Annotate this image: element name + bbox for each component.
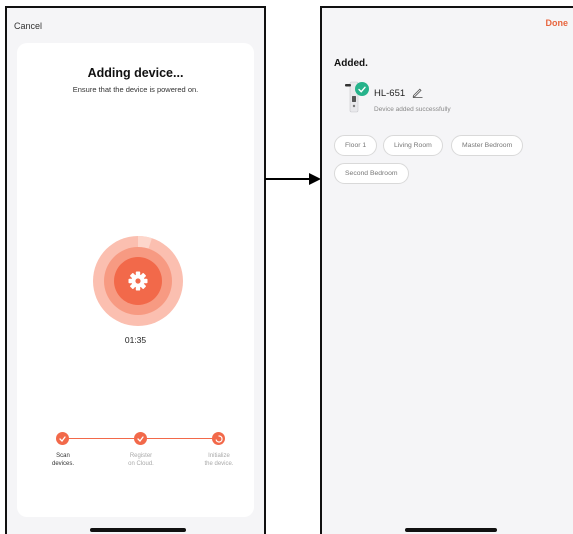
progress-ring — [93, 236, 183, 326]
step-2-check-icon — [134, 432, 147, 445]
page-title: Adding device... — [87, 66, 184, 80]
page-subtitle: Ensure that the device is powered on. — [72, 85, 199, 94]
device-status: Device added successfully — [374, 106, 451, 113]
room-chip-master-bedroom[interactable]: Master Bedroom — [451, 135, 524, 156]
success-check-icon — [355, 82, 369, 96]
device-added-screen: Done Added. HL-651 Device added successf… — [320, 6, 573, 534]
cancel-button[interactable]: Cancel — [14, 21, 42, 31]
edit-pencil-icon[interactable] — [412, 87, 423, 98]
screenshot-stage: Cancel Adding device... Ensure that the … — [0, 0, 573, 534]
countdown-timer: 01:35 — [124, 335, 147, 345]
room-chip-second-bedroom[interactable]: Second Bedroom — [334, 163, 409, 184]
step-label-initialize: Initialize the device. — [204, 453, 234, 467]
gear-icon — [128, 271, 148, 291]
step-label-register: Register on Cloud. — [128, 453, 154, 467]
done-button[interactable]: Done — [546, 18, 569, 28]
adding-device-screen: Cancel Adding device... Ensure that the … — [5, 6, 266, 534]
adding-card: Adding device... Ensure that the device … — [17, 43, 254, 517]
room-chip-floor-1[interactable]: Floor 1 — [334, 135, 378, 156]
room-chip-living-room[interactable]: Living Room — [383, 135, 443, 156]
home-indicator[interactable] — [405, 528, 497, 532]
device-name: HL-651 — [374, 88, 406, 99]
right-arrow-icon — [265, 173, 321, 185]
step-3-spinner-icon — [212, 432, 225, 445]
added-title: Added. — [334, 58, 368, 69]
home-indicator[interactable] — [90, 528, 186, 532]
step-1-check-icon — [56, 432, 69, 445]
step-label-scan: Scan devices. — [51, 453, 74, 467]
